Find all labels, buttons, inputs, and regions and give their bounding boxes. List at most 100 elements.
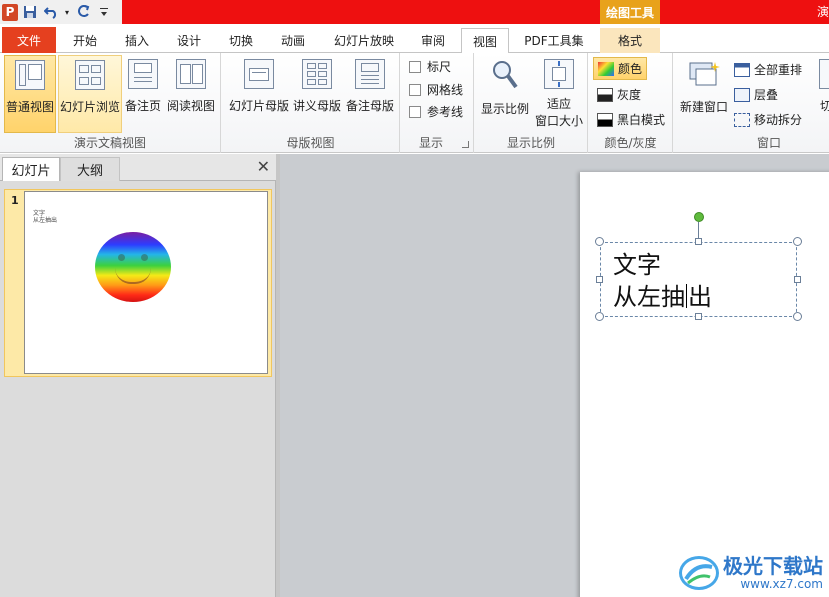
customize-qat-icon[interactable] xyxy=(95,3,113,21)
zoom-button[interactable]: 显示比例 xyxy=(479,55,531,133)
resize-handle-top-right[interactable] xyxy=(793,237,802,246)
group-zoom: 显示比例 适应 窗口大小 显示比例 xyxy=(475,53,588,153)
resize-handle-bottom-left[interactable] xyxy=(595,312,604,321)
smiley-mouth xyxy=(115,268,151,284)
tab-format[interactable]: 格式 xyxy=(600,28,660,53)
guides-checkbox[interactable]: 参考线 xyxy=(409,103,463,120)
new-window-icon xyxy=(688,59,720,92)
tab-transitions[interactable]: 切换 xyxy=(218,28,264,53)
gridlines-label: 网格线 xyxy=(427,83,464,97)
watermark-name: 极光下载站 xyxy=(723,554,823,578)
quick-access-toolbar: P ▾ xyxy=(0,0,122,24)
group-window: 新建窗口 全部重排 层叠 移动拆分 切换 窗口 xyxy=(674,53,829,153)
powerpoint-logo-icon[interactable]: P xyxy=(2,3,18,21)
tab-slideshow[interactable]: 幻灯片放映 xyxy=(326,28,402,53)
grayscale-button[interactable]: 灰度 xyxy=(597,86,641,103)
guides-label: 参考线 xyxy=(427,105,464,119)
black-white-button[interactable]: 黑白模式 xyxy=(597,111,665,128)
slides-pane: 幻灯片 大纲 ✕ 1 文字 从左抽出 xyxy=(0,154,276,597)
ruler-checkbox-box[interactable] xyxy=(409,60,421,73)
text-line-2-part-a: 从左抽 xyxy=(613,283,685,311)
ribbon: 普通视图 幻灯片浏览 备注页 阅读视图 演示文稿视图 幻灯片母版 讲义母版 备注… xyxy=(0,53,829,153)
resize-handle-top[interactable] xyxy=(695,238,702,245)
slide-number: 1 xyxy=(11,194,19,207)
handout-master-icon xyxy=(302,59,332,89)
tab-review[interactable]: 审阅 xyxy=(410,28,456,53)
thumbnail-text: 文字 从左抽出 xyxy=(33,210,57,224)
switch-window-button[interactable]: 切换 xyxy=(814,55,829,133)
color-button[interactable]: 颜色 xyxy=(593,57,648,80)
notes-master-label: 备注母版 xyxy=(345,99,394,113)
resize-handle-left[interactable] xyxy=(596,276,603,283)
normal-view-button[interactable]: 普通视图 xyxy=(4,55,56,133)
gridlines-checkbox-box[interactable] xyxy=(409,83,421,96)
cascade-button[interactable]: 层叠 xyxy=(734,86,778,103)
tab-animations[interactable]: 动画 xyxy=(270,28,316,53)
rotation-handle[interactable] xyxy=(694,212,704,222)
slide-sorter-button[interactable]: 幻灯片浏览 xyxy=(58,55,122,133)
fit-to-window-button[interactable]: 适应 窗口大小 xyxy=(533,55,585,133)
redo-icon[interactable] xyxy=(74,3,92,21)
tab-home[interactable]: 开始 xyxy=(62,28,108,53)
slide-master-button[interactable]: 幻灯片母版 xyxy=(228,55,290,133)
group-label-zoom: 显示比例 xyxy=(506,136,555,150)
notes-page-icon xyxy=(128,59,158,89)
save-icon[interactable] xyxy=(21,3,39,21)
handout-master-button[interactable]: 讲义母版 xyxy=(292,55,342,133)
tab-pdf-tools[interactable]: PDF工具集 xyxy=(516,28,592,53)
watermark-logo-icon xyxy=(679,556,719,590)
undo-dropdown-icon[interactable]: ▾ xyxy=(63,3,71,21)
slide-thumbnail-1[interactable]: 1 文字 从左抽出 xyxy=(4,189,272,377)
group-presentation-views: 普通视图 幻灯片浏览 备注页 阅读视图 演示文稿视图 xyxy=(0,53,221,153)
window-title: 演 xyxy=(816,5,829,19)
group-show: 标尺 网格线 参考线 显示 xyxy=(401,53,474,153)
notes-page-button[interactable]: 备注页 xyxy=(123,55,163,133)
resize-handle-right[interactable] xyxy=(794,276,801,283)
notes-master-icon xyxy=(355,59,385,89)
grayscale-icon xyxy=(597,87,613,102)
arrange-all-label: 全部重排 xyxy=(754,63,803,77)
thumbnail-text-line2: 从左抽出 xyxy=(33,217,58,224)
cascade-label: 层叠 xyxy=(754,88,779,102)
show-dialog-launcher-icon[interactable] xyxy=(462,141,469,148)
tab-outline[interactable]: 大纲 xyxy=(60,157,120,181)
tab-insert[interactable]: 插入 xyxy=(114,28,160,53)
slide-thumbnail-canvas[interactable]: 文字 从左抽出 xyxy=(24,191,268,374)
text-box-content[interactable]: 文字 从左抽出 xyxy=(613,249,712,313)
resize-handle-bottom-right[interactable] xyxy=(793,312,802,321)
watermark: 极光下载站 www.xz7.com xyxy=(679,555,823,591)
move-split-label: 移动拆分 xyxy=(754,113,803,127)
normal-view-icon xyxy=(15,60,45,90)
group-master-views: 幻灯片母版 讲义母版 备注母版 母版视图 xyxy=(222,53,400,153)
group-label-presentation-views: 演示文稿视图 xyxy=(73,136,146,150)
black-white-label: 黑白模式 xyxy=(617,113,666,127)
move-split-button[interactable]: 移动拆分 xyxy=(734,111,802,128)
guides-checkbox-box[interactable] xyxy=(409,105,421,118)
gridlines-checkbox[interactable]: 网格线 xyxy=(409,81,463,98)
fit-to-window-label-1: 适应 xyxy=(546,97,571,111)
slide-master-label: 幻灯片母版 xyxy=(228,99,289,113)
smiley-left-eye xyxy=(118,254,125,261)
tab-view[interactable]: 视图 xyxy=(461,28,509,54)
slide-canvas[interactable]: 文字 从左抽出 xyxy=(580,172,829,597)
smiley-right-eye xyxy=(141,254,148,261)
slide-editing-area: 文字 从左抽出 极光下载站 www.xz7.com xyxy=(280,154,829,597)
undo-icon[interactable] xyxy=(42,3,60,21)
color-label: 颜色 xyxy=(618,62,643,76)
rainbow-smiley-shape xyxy=(95,232,171,302)
selected-text-box[interactable]: 文字 从左抽出 xyxy=(600,242,797,317)
resize-handle-bottom[interactable] xyxy=(695,313,702,320)
tab-design[interactable]: 设计 xyxy=(166,28,212,53)
arrange-all-button[interactable]: 全部重排 xyxy=(734,61,802,78)
fit-to-window-label-2: 窗口大小 xyxy=(534,114,583,128)
reading-view-button[interactable]: 阅读视图 xyxy=(164,55,218,133)
new-window-button[interactable]: 新建窗口 xyxy=(678,55,730,133)
color-swatch-icon xyxy=(598,61,614,76)
resize-handle-top-left[interactable] xyxy=(595,237,604,246)
handout-master-label: 讲义母版 xyxy=(292,99,341,113)
tab-file[interactable]: 文件 xyxy=(2,27,56,53)
ruler-checkbox[interactable]: 标尺 xyxy=(409,58,451,75)
notes-master-button[interactable]: 备注母版 xyxy=(344,55,396,133)
close-icon[interactable]: ✕ xyxy=(257,157,270,176)
tab-slides[interactable]: 幻灯片 xyxy=(2,157,60,181)
